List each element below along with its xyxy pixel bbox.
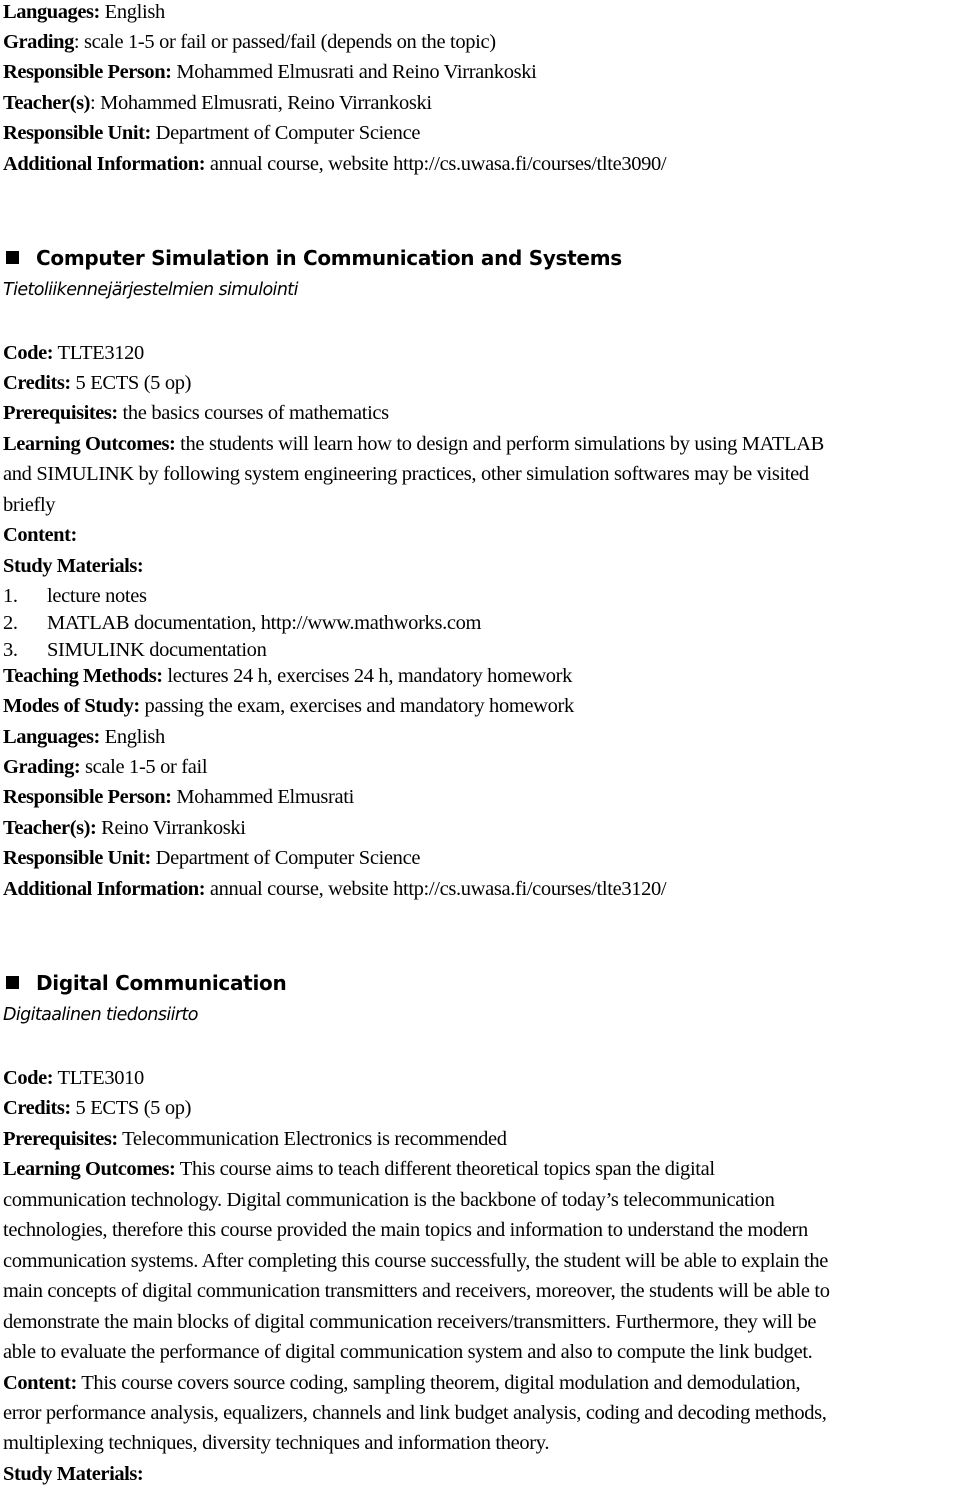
list-item: 1. lecture notes: [3, 585, 147, 607]
grading-field: Grading: scale 1-5 or fail or passed/fai…: [3, 31, 496, 53]
learning-outcomes-line: briefly: [3, 494, 56, 516]
languages-field: Languages: English: [3, 1, 165, 23]
credits-field: Credits: 5 ECTS (5 op): [3, 1097, 192, 1119]
learning-outcomes-line: demonstrate the main blocks of digital c…: [3, 1311, 817, 1333]
teachers-field: Teacher(s): Reino Virrankoski: [3, 817, 246, 839]
learning-outcomes-line: main concepts of digital communication t…: [3, 1280, 830, 1302]
course-title: Computer Simulation in Communication and…: [6, 245, 622, 271]
teachers-field: Teacher(s): Mohammed Elmusrati, Reino Vi…: [3, 92, 432, 114]
learning-outcomes-line: and SIMULINK by following system enginee…: [3, 463, 809, 485]
content-field: Content:: [3, 524, 77, 546]
study-materials-field: Study Materials:: [3, 1463, 144, 1485]
modes-of-study-field: Modes of Study: passing the exam, exerci…: [3, 695, 574, 717]
square-bullet-icon: [6, 251, 19, 264]
content-line: multiplexing techniques, diversity techn…: [3, 1432, 550, 1454]
code-field: Code: TLTE3120: [3, 342, 144, 364]
additional-info-field: Additional Information: annual course, w…: [3, 878, 667, 900]
learning-outcomes-field: Learning Outcomes: This course aims to t…: [3, 1158, 715, 1180]
additional-info-field: Additional Information: annual course, w…: [3, 153, 667, 175]
responsible-unit-field: Responsible Unit: Department of Computer…: [3, 122, 421, 144]
course-title: Digital Communication: [6, 970, 287, 996]
responsible-unit-field: Responsible Unit: Department of Computer…: [3, 847, 421, 869]
square-bullet-icon: [6, 976, 19, 989]
credits-field: Credits: 5 ECTS (5 op): [3, 372, 192, 394]
languages-field: Languages: English: [3, 726, 165, 748]
learning-outcomes-line: communication systems. After completing …: [3, 1250, 829, 1272]
responsible-person-field: Responsible Person: Mohammed Elmusrati a…: [3, 61, 537, 83]
prerequisites-field: Prerequisites: Telecommunication Electro…: [3, 1128, 507, 1150]
learning-outcomes-line: technologies, therefore this course prov…: [3, 1219, 808, 1241]
grading-field: Grading: scale 1-5 or fail: [3, 756, 208, 778]
prerequisites-field: Prerequisites: the basics courses of mat…: [3, 402, 389, 424]
teaching-methods-field: Teaching Methods: lectures 24 h, exercis…: [3, 665, 573, 687]
learning-outcomes-line: communication technology. Digital commun…: [3, 1189, 775, 1211]
content-field: Content: This course covers source codin…: [3, 1372, 801, 1394]
list-item: 2. MATLAB documentation, http://www.mathw…: [3, 612, 482, 634]
list-item: 3. SIMULINK documentation: [3, 639, 267, 661]
responsible-person-field: Responsible Person: Mohammed Elmusrati: [3, 786, 354, 808]
learning-outcomes-field: Learning Outcomes: the students will lea…: [3, 433, 824, 455]
content-line: error performance analysis, equalizers, …: [3, 1402, 827, 1424]
course-subtitle: Tietoliikennejärjestelmien simulointi: [3, 280, 298, 300]
study-materials-field: Study Materials:: [3, 555, 144, 577]
course-subtitle: Digitaalinen tiedonsiirto: [3, 1005, 198, 1025]
code-field: Code: TLTE3010: [3, 1067, 144, 1089]
learning-outcomes-line: able to evaluate the performance of digi…: [3, 1341, 813, 1363]
